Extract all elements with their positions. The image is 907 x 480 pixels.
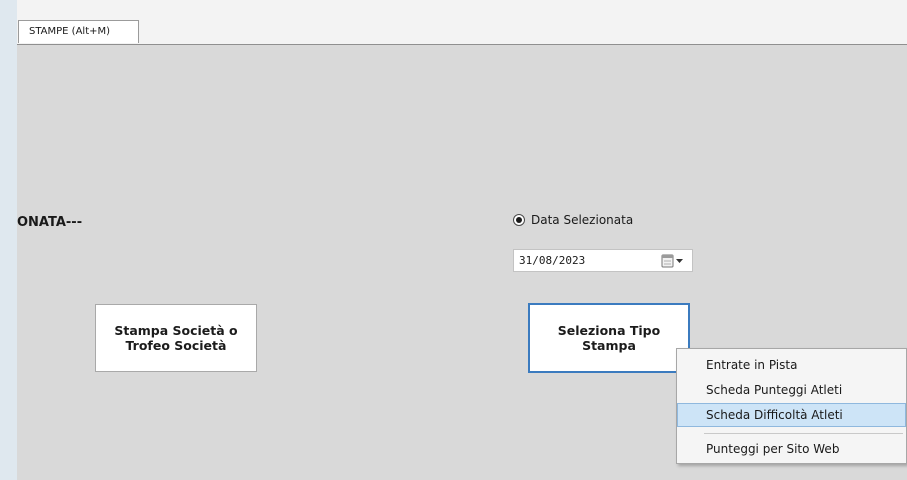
section-label: ONATA--- xyxy=(17,215,83,230)
stampa-societa-button[interactable]: Stampa Società o Trofeo Società xyxy=(95,304,257,372)
stampe-window: STAMPE (Alt+M) ONATA--- Stampa Società o… xyxy=(17,0,907,480)
tab-stampe[interactable]: STAMPE (Alt+M) xyxy=(18,20,139,43)
tab-bar: STAMPE (Alt+M) xyxy=(17,0,907,45)
data-selezionata-label: Data Selezionata xyxy=(531,213,634,227)
menu-item-entrate-in-pista[interactable]: Entrate in Pista xyxy=(677,353,906,377)
data-selezionata-radio-row[interactable]: Data Selezionata xyxy=(513,213,633,227)
data-selezionata-radio[interactable] xyxy=(513,214,525,226)
menu-item-scheda-punteggi-atleti[interactable]: Scheda Punteggi Atleti xyxy=(677,378,906,402)
menu-item-punteggi-sito-web[interactable]: Punteggi per Sito Web xyxy=(677,437,906,461)
stampa-societa-label-line2: Trofeo Società xyxy=(125,338,227,353)
seleziona-tipo-label-line2: Stampa xyxy=(582,338,636,353)
seleziona-tipo-stampa-button[interactable]: Seleziona Tipo Stampa xyxy=(528,303,690,373)
calendar-dropdown-icon[interactable] xyxy=(657,253,689,269)
date-field[interactable]: 31/08/2023 xyxy=(513,249,693,272)
seleziona-tipo-label-line1: Seleziona Tipo xyxy=(557,323,661,338)
tipo-stampa-menu: Entrate in Pista Scheda Punteggi Atleti … xyxy=(676,348,907,464)
left-margin-strip xyxy=(0,0,17,480)
date-value: 31/08/2023 xyxy=(519,254,586,267)
menu-separator xyxy=(704,433,903,434)
stampa-societa-label-line1: Stampa Società o xyxy=(114,323,238,338)
menu-item-scheda-difficolta-atleti[interactable]: Scheda Difficoltà Atleti xyxy=(677,403,906,427)
